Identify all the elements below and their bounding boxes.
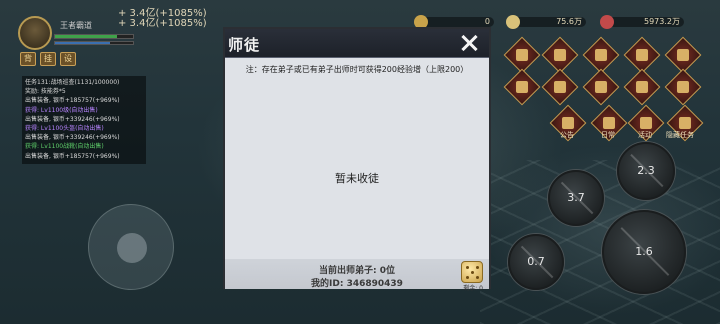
- skill-button[interactable]: 2.3: [617, 142, 675, 200]
- quest-line: 获得: Lv1100头盔(自动出售): [25, 125, 104, 133]
- mentor-dialog: 师徒 注：存在弟子或已有弟子出师时可获得200经验增（上限200） 暂未收徒 当…: [223, 27, 491, 292]
- quest-line: 出售装备, 银币+339246(+969%): [25, 115, 120, 123]
- side-button-bag[interactable]: 背: [20, 52, 36, 66]
- quest-line: 获得: Lv1100级(自动出售): [25, 106, 98, 114]
- quest-line: 出售装备, 银币+185757(+969%): [25, 152, 120, 160]
- hidden-quest-label: 隐藏任务: [666, 131, 694, 139]
- disciples-count: 当前出师弟子: 0位: [319, 266, 395, 276]
- skill-button[interactable]: 0.7: [508, 234, 564, 290]
- side-button-settings[interactable]: 设: [60, 52, 76, 66]
- quest-line: 奖励: 技能券*5: [25, 88, 66, 96]
- exp-gains: + 3.4亿(+1085%) + 3.4亿(+1085%): [118, 9, 207, 29]
- silver-icon: [600, 15, 614, 29]
- dialog-note: 注：存在弟子或已有弟子出师时可获得200经验增（上限200）: [245, 65, 469, 74]
- skill-cooldown: 1.6: [635, 245, 653, 258]
- skill-button-main[interactable]: 1.6: [602, 210, 686, 294]
- player-avatar[interactable]: [18, 16, 52, 50]
- quest-line: 获得: Lv1100战靴(自动出售): [25, 143, 104, 151]
- dialog-title: 师徒: [228, 36, 261, 54]
- player-name: 王者霸道: [60, 21, 92, 30]
- mp-bar: [54, 41, 134, 45]
- skill-button[interactable]: 3.7: [548, 170, 604, 226]
- event-label: 活动: [638, 131, 652, 139]
- gold-icon: [506, 15, 520, 29]
- dialog-footer: 当前出师弟子: 0位 我的ID: 346890439 剩余: 0: [225, 259, 489, 292]
- skill-cooldown: 2.3: [637, 164, 655, 177]
- quest-line: 任务131:战场巡查(1131/100000): [25, 79, 120, 86]
- skill-cooldown: 3.7: [567, 191, 585, 204]
- resource-second: 75.6万: [506, 14, 586, 30]
- skill-cooldown: 0.7: [527, 255, 545, 268]
- close-icon[interactable]: [457, 31, 481, 55]
- resource-third: 5973.2万: [600, 14, 684, 30]
- resource-second-value: 75.6万: [556, 17, 582, 26]
- quest-line: 出售装备, 银币+185757(+969%): [25, 97, 120, 105]
- dice-icon[interactable]: [461, 261, 483, 283]
- dialog-header: 师徒: [225, 29, 489, 58]
- my-id: 我的ID: 346890439: [311, 279, 403, 289]
- hp-bar: [54, 34, 134, 39]
- side-button-auto[interactable]: 挂: [40, 52, 56, 66]
- joystick-knob[interactable]: [117, 233, 147, 263]
- empty-message: 暂未收徒: [335, 172, 379, 185]
- announcement-label: 公告: [560, 131, 574, 139]
- movement-joystick[interactable]: [88, 204, 174, 290]
- exp-gain-line: + 3.4亿(+1085%): [118, 18, 207, 29]
- quest-log[interactable]: 任务131:战场巡查(1131/100000) 奖励: 技能券*5 出售装备, 银币…: [22, 76, 146, 164]
- quest-line: 出售装备, 银币+339246(+969%): [25, 134, 120, 142]
- daily-label: 日常: [601, 131, 615, 139]
- resource-third-value: 5973.2万: [644, 17, 680, 26]
- player-panel: 王者霸道: [4, 12, 134, 52]
- dice-caption: 剩余: 0: [463, 285, 483, 292]
